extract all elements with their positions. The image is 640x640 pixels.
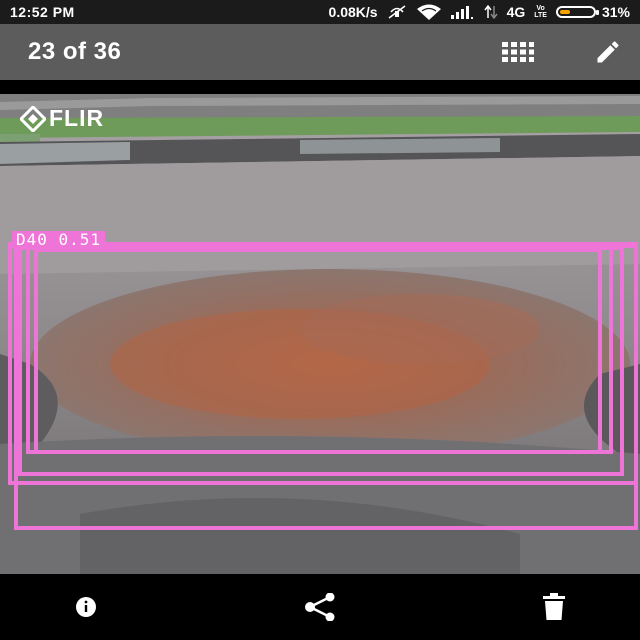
grid-view-button[interactable]	[500, 34, 536, 70]
status-bar: 12:52 PM 0.08K/s 4G Vo LTE 31%	[0, 0, 640, 24]
flir-diamond-icon	[20, 105, 46, 132]
volte-label: Vo	[536, 5, 545, 12]
battery-indicator: 31%	[555, 4, 630, 20]
grid-view-icon	[502, 42, 534, 62]
flir-logo-text: FLIR	[49, 105, 105, 131]
detection-box	[34, 248, 602, 454]
net-speed: 0.08K/s	[328, 4, 378, 20]
volte-badge: Vo LTE	[534, 5, 547, 19]
network-type: 4G	[506, 4, 526, 20]
status-indicators: 0.08K/s 4G Vo LTE 31%	[329, 4, 630, 20]
data-arrows-icon	[483, 5, 498, 19]
delete-icon	[543, 593, 565, 620]
share-icon	[305, 593, 335, 621]
detection-label: D40 0.51	[12, 231, 106, 249]
image-counter: 23 of 36	[28, 38, 122, 65]
info-icon	[76, 597, 96, 617]
app-bar: 23 of 36	[0, 24, 640, 80]
delete-button[interactable]	[536, 589, 572, 625]
wifi-icon	[416, 4, 442, 20]
battery-tip	[595, 10, 599, 15]
flir-logo: FLIR	[20, 105, 104, 132]
bottom-bar	[0, 574, 640, 640]
photo-viewer[interactable]: FLIR D40 0.51	[0, 94, 640, 574]
battery-percent: 31%	[601, 4, 630, 20]
lte-label: LTE	[534, 12, 547, 19]
edit-icon	[597, 41, 619, 63]
battery-fill	[559, 10, 570, 14]
edit-button[interactable]	[590, 34, 626, 70]
info-button[interactable]	[68, 589, 104, 625]
mute-icon	[387, 4, 407, 20]
status-time: 12:52 PM	[10, 4, 75, 20]
share-button[interactable]	[302, 589, 338, 625]
signal-icon	[450, 5, 475, 19]
battery-icon	[555, 6, 599, 18]
app-bar-actions	[500, 34, 626, 70]
